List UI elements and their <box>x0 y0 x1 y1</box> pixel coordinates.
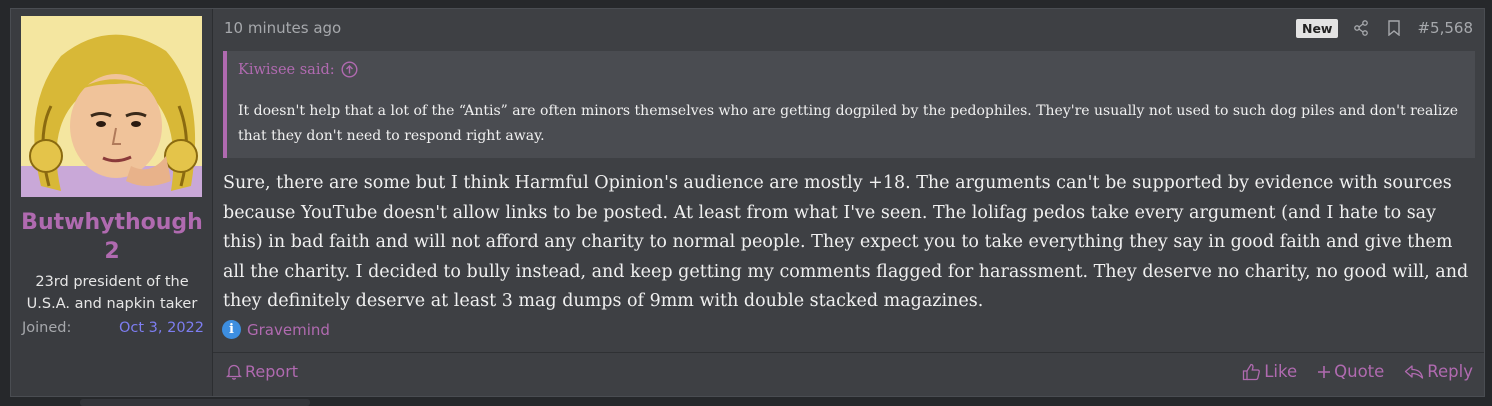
post-number[interactable]: #5,568 <box>1417 19 1473 37</box>
quote-button[interactable]: Quote <box>1317 362 1384 381</box>
post-body: Sure, there are some but I think Harmful… <box>223 173 1469 311</box>
reaction-user[interactable]: Gravemind <box>247 321 330 339</box>
post-footer: Report Like Quote Reply <box>213 352 1484 398</box>
bookmark-icon[interactable] <box>1384 18 1404 38</box>
username[interactable]: Butwhythough 2 <box>11 208 213 266</box>
arrow-up-circle-icon[interactable] <box>341 61 358 78</box>
report-button[interactable]: Report <box>226 362 298 381</box>
plus-icon <box>1318 365 1331 378</box>
report-label: Report <box>245 362 299 381</box>
user-info-panel: Butwhythough 2 23rd president of the U.S… <box>11 9 213 396</box>
quote-label: Quote <box>1334 362 1385 381</box>
reactions-bar[interactable]: i Gravemind <box>222 320 330 339</box>
joined-date[interactable]: Oct 3, 2022 <box>119 320 204 336</box>
like-button[interactable]: Like <box>1242 362 1297 381</box>
post-main: 10 minutes ago New #5,568 Kiwisee said: … <box>213 9 1484 396</box>
quote-attribution[interactable]: Kiwisee said: <box>238 61 358 78</box>
reply-label: Reply <box>1427 362 1473 381</box>
forum-post: Butwhythough 2 23rd president of the U.S… <box>10 8 1485 397</box>
quote-author[interactable]: Kiwisee said: <box>238 62 335 78</box>
avatar-image <box>21 16 202 197</box>
reply-icon <box>1405 364 1424 379</box>
user-title: 23rd president of the U.S.A. and napkin … <box>26 274 198 312</box>
post-header-actions: New #5,568 <box>1295 18 1473 38</box>
post-timestamp[interactable]: 10 minutes ago <box>224 19 341 37</box>
joined-label: Joined: <box>22 320 72 336</box>
quote-block: Kiwisee said: It doesn't help that a lot… <box>223 51 1475 158</box>
bell-icon <box>226 364 242 380</box>
reply-button[interactable]: Reply <box>1404 362 1473 381</box>
info-icon: i <box>222 320 241 339</box>
new-badge: New <box>1295 18 1339 38</box>
avatar[interactable] <box>21 16 202 197</box>
thumbs-up-icon <box>1243 363 1261 380</box>
next-post-edge <box>80 399 310 406</box>
post-footer-actions: Like Quote Reply <box>1242 362 1473 381</box>
share-icon[interactable] <box>1351 18 1371 38</box>
like-label: Like <box>1264 362 1298 381</box>
quote-text: It doesn't help that a lot of the “Antis… <box>238 103 1459 144</box>
